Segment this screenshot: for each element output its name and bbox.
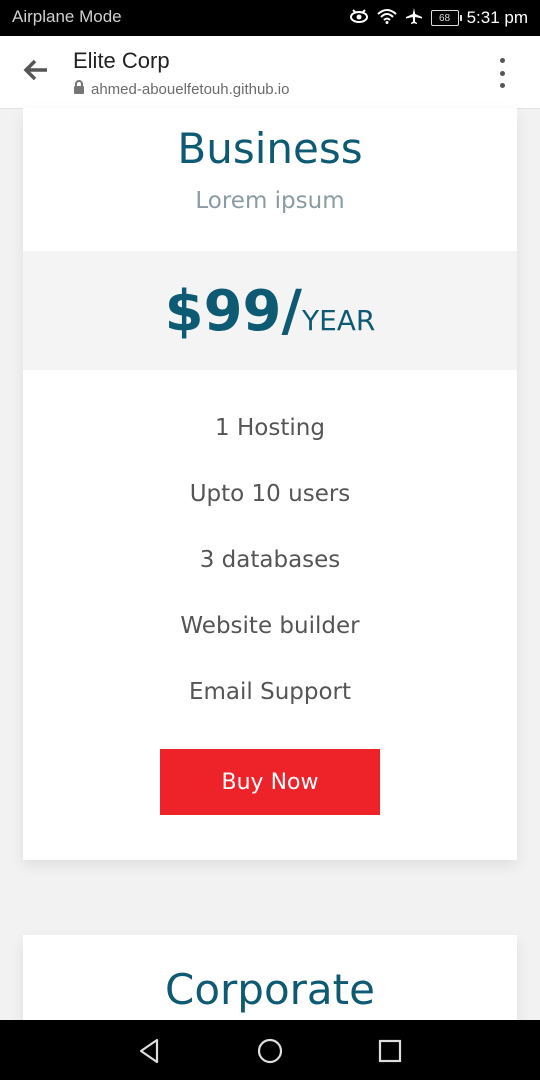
nav-back-button[interactable]: [135, 1036, 165, 1066]
pricing-card-business: Business Lorem ipsum $99/YEAR 1 Hosting …: [23, 108, 517, 860]
clock: 5:31 pm: [466, 8, 528, 27]
arrow-left-icon: [23, 59, 49, 85]
feature-item: Email Support: [188, 679, 352, 705]
nav-recents-button[interactable]: [375, 1036, 405, 1066]
triangle-back-icon: [135, 1038, 165, 1070]
page-title: Elite Corp: [73, 48, 170, 73]
nav-home-button[interactable]: [255, 1036, 285, 1066]
square-recents-icon: [375, 1039, 405, 1070]
navigation-bar: [0, 1020, 540, 1080]
price-amount: $99/: [164, 279, 302, 344]
more-options-button[interactable]: [490, 58, 514, 88]
eye-icon: [349, 8, 369, 29]
buy-now-button[interactable]: Buy Now: [160, 749, 380, 815]
status-icons: 68 5:31 pm: [349, 5, 528, 31]
battery-icon: 68: [430, 10, 462, 26]
lock-icon: [73, 80, 85, 98]
wifi-icon: [376, 8, 397, 29]
url-text: ahmed-abouelfetouh.github.io: [91, 80, 290, 98]
feature-item: Website builder: [180, 613, 360, 639]
feature-item: Upto 10 users: [189, 481, 351, 507]
price-band: $99/YEAR: [23, 251, 517, 370]
plan-title: Corporate: [165, 965, 375, 1014]
url-display[interactable]: ahmed-abouelfetouh.github.io: [73, 80, 290, 98]
feature-list: 1 Hosting Upto 10 users 3 databases Webs…: [23, 408, 517, 738]
status-bar: Airplane Mode 68 5:31 pm: [0, 0, 540, 36]
airplane-icon: [405, 7, 423, 30]
more-vert-icon: [499, 58, 505, 63]
feature-item: 3 databases: [199, 547, 341, 573]
plan-subtitle: Lorem ipsum: [195, 188, 345, 214]
back-button[interactable]: [16, 54, 56, 90]
circle-home-icon: [255, 1038, 285, 1070]
price: $99/YEAR: [23, 279, 517, 344]
plan-title: Business: [177, 124, 363, 173]
airplane-mode-label: Airplane Mode: [12, 7, 122, 26]
price-period: YEAR: [301, 304, 376, 337]
browser-toolbar: Elite Corp ahmed-abouelfetouh.github.io: [0, 36, 540, 109]
feature-item: 1 Hosting: [215, 415, 325, 441]
